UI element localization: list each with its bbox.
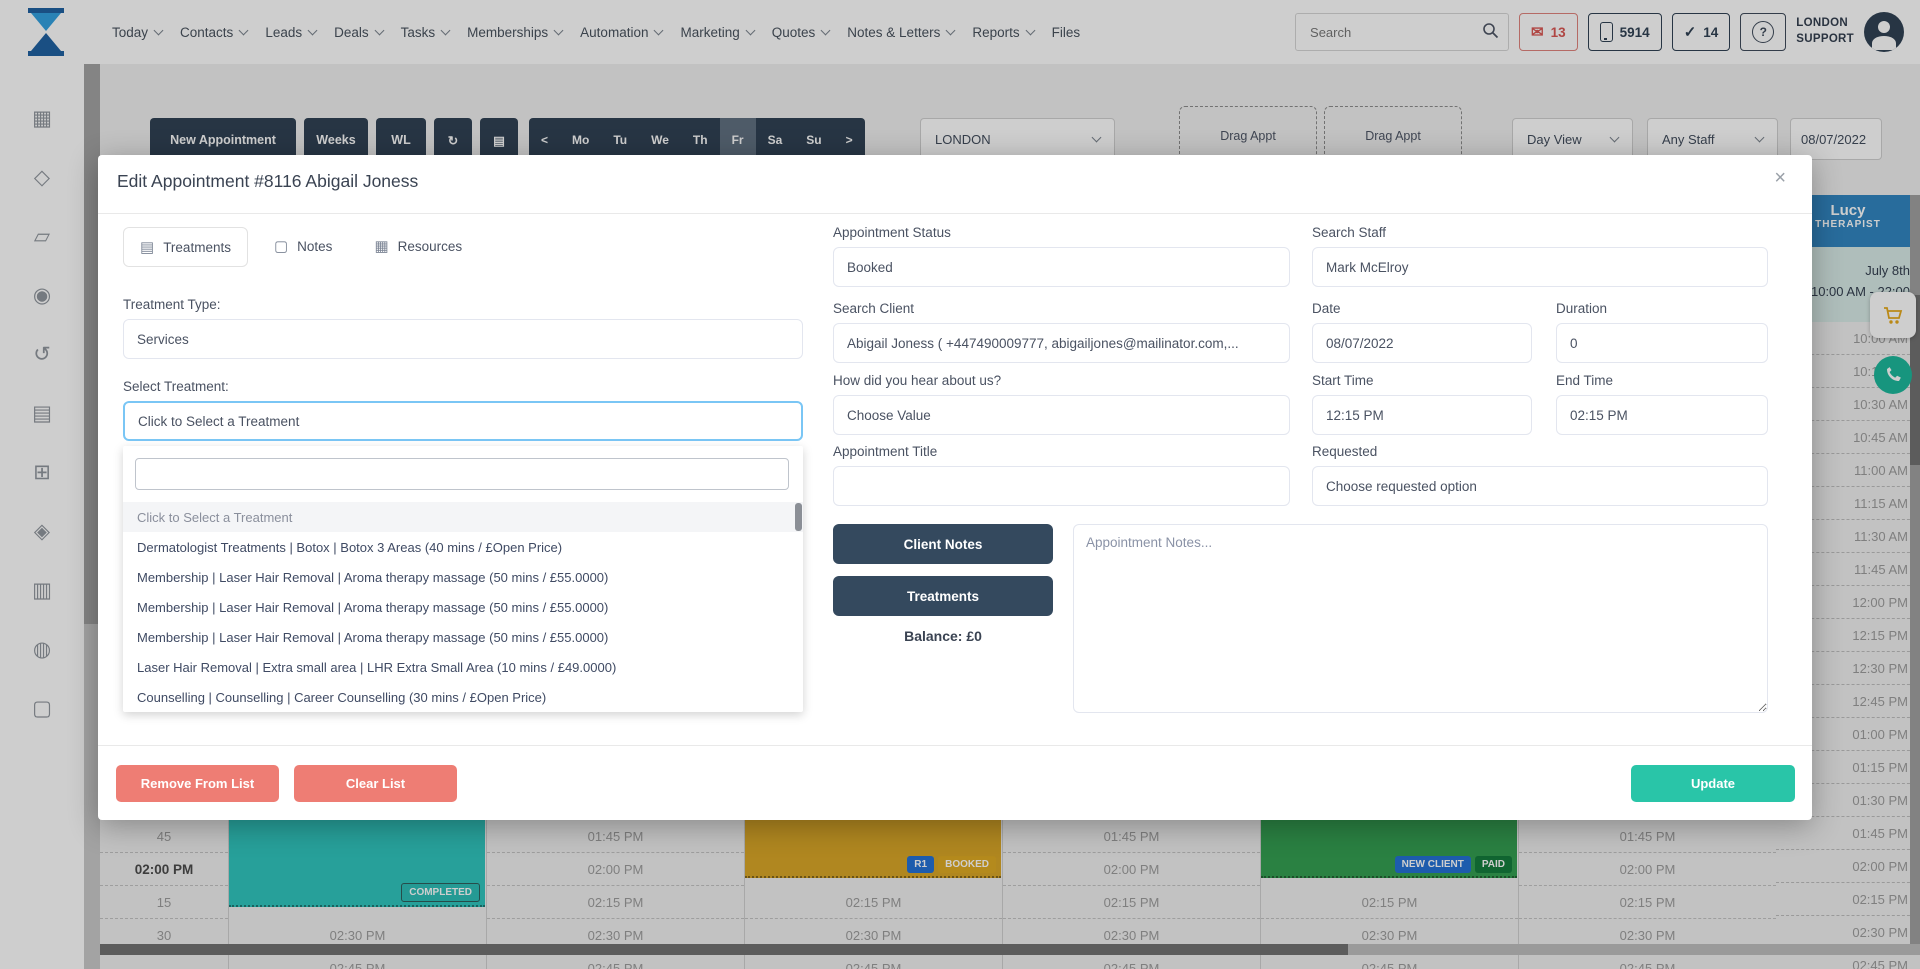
treatment-options: Click to Select a TreatmentDermatologist…	[123, 502, 803, 712]
treatment-option[interactable]: Membership | Laser Hair Removal | Aroma …	[123, 592, 803, 622]
treatment-option[interactable]: Membership | Laser Hair Removal | Aroma …	[123, 562, 803, 592]
edit-appointment-modal: Edit Appointment #8116 Abigail Joness × …	[98, 155, 1812, 820]
treatment-dropdown: Click to Select a TreatmentDermatologist…	[123, 446, 803, 712]
appointment-status-label: Appointment Status	[833, 225, 951, 240]
requested-select[interactable]: Choose requested option	[1312, 466, 1768, 506]
select-treatment-label: Select Treatment:	[123, 379, 229, 394]
dropdown-scrollbar[interactable]	[795, 503, 802, 531]
end-time-field[interactable]: 02:15 PM	[1556, 395, 1768, 435]
treatment-option[interactable]: Membership | Laser Hair Removal | Aroma …	[123, 622, 803, 652]
date-label: Date	[1312, 301, 1341, 316]
search-staff-select[interactable]: Mark McElroy	[1312, 247, 1768, 287]
date-field[interactable]: 08/07/2022	[1312, 323, 1532, 363]
building-icon: ▦	[374, 237, 388, 255]
treatment-type-select[interactable]: Services	[123, 319, 803, 359]
note-icon: ▢	[274, 237, 288, 255]
footer-divider	[98, 745, 1812, 746]
end-time-label: End Time	[1556, 373, 1613, 388]
tab-notes[interactable]: ▢ Notes	[258, 227, 348, 265]
search-staff-label: Search Staff	[1312, 225, 1386, 240]
hear-about-label: How did you hear about us?	[833, 373, 1001, 388]
header-divider	[98, 213, 1812, 214]
start-time-field[interactable]: 12:15 PM	[1312, 395, 1532, 435]
treatment-option[interactable]: Dermatologist Treatments | Botox | Botox…	[123, 532, 803, 562]
tab-treatments[interactable]: ▤ Treatments	[123, 227, 248, 267]
appointment-title-field[interactable]	[833, 466, 1290, 506]
duration-field[interactable]: 0	[1556, 323, 1768, 363]
remove-from-list-button[interactable]: Remove From List	[116, 765, 279, 802]
hear-about-select[interactable]: Choose Value	[833, 395, 1290, 435]
treatment-type-label: Treatment Type:	[123, 297, 221, 312]
clipboard-icon: ▤	[140, 238, 154, 256]
treatment-option[interactable]: Click to Select a Treatment	[123, 502, 803, 532]
balance-text: Balance: £0	[833, 628, 1053, 644]
dropdown-search-input[interactable]	[135, 458, 789, 490]
modal-title: Edit Appointment #8116 Abigail Joness	[117, 171, 418, 192]
treatments-button[interactable]: Treatments	[833, 576, 1053, 616]
treatment-option[interactable]: Laser Hair Removal | Extra small area | …	[123, 652, 803, 682]
treatment-option[interactable]: Counselling | Counselling | Career Couns…	[123, 682, 803, 712]
tab-resources[interactable]: ▦ Resources	[358, 227, 478, 265]
select-treatment-select[interactable]: Click to Select a Treatment	[123, 401, 803, 441]
close-icon[interactable]: ×	[1774, 167, 1786, 190]
appointment-title-label: Appointment Title	[833, 444, 937, 459]
modal-tabs: ▤ Treatments ▢ Notes ▦ Resources	[123, 227, 478, 267]
clear-list-button[interactable]: Clear List	[294, 765, 457, 802]
client-notes-button[interactable]: Client Notes	[833, 524, 1053, 564]
search-client-label: Search Client	[833, 301, 914, 316]
appointment-notes-textarea[interactable]	[1073, 524, 1768, 713]
duration-label: Duration	[1556, 301, 1607, 316]
appointment-status-select[interactable]: Booked	[833, 247, 1290, 287]
requested-label: Requested	[1312, 444, 1377, 459]
search-client-select[interactable]: Abigail Joness ( +447490009777, abigailj…	[833, 323, 1290, 363]
update-button[interactable]: Update	[1631, 765, 1795, 802]
start-time-label: Start Time	[1312, 373, 1374, 388]
